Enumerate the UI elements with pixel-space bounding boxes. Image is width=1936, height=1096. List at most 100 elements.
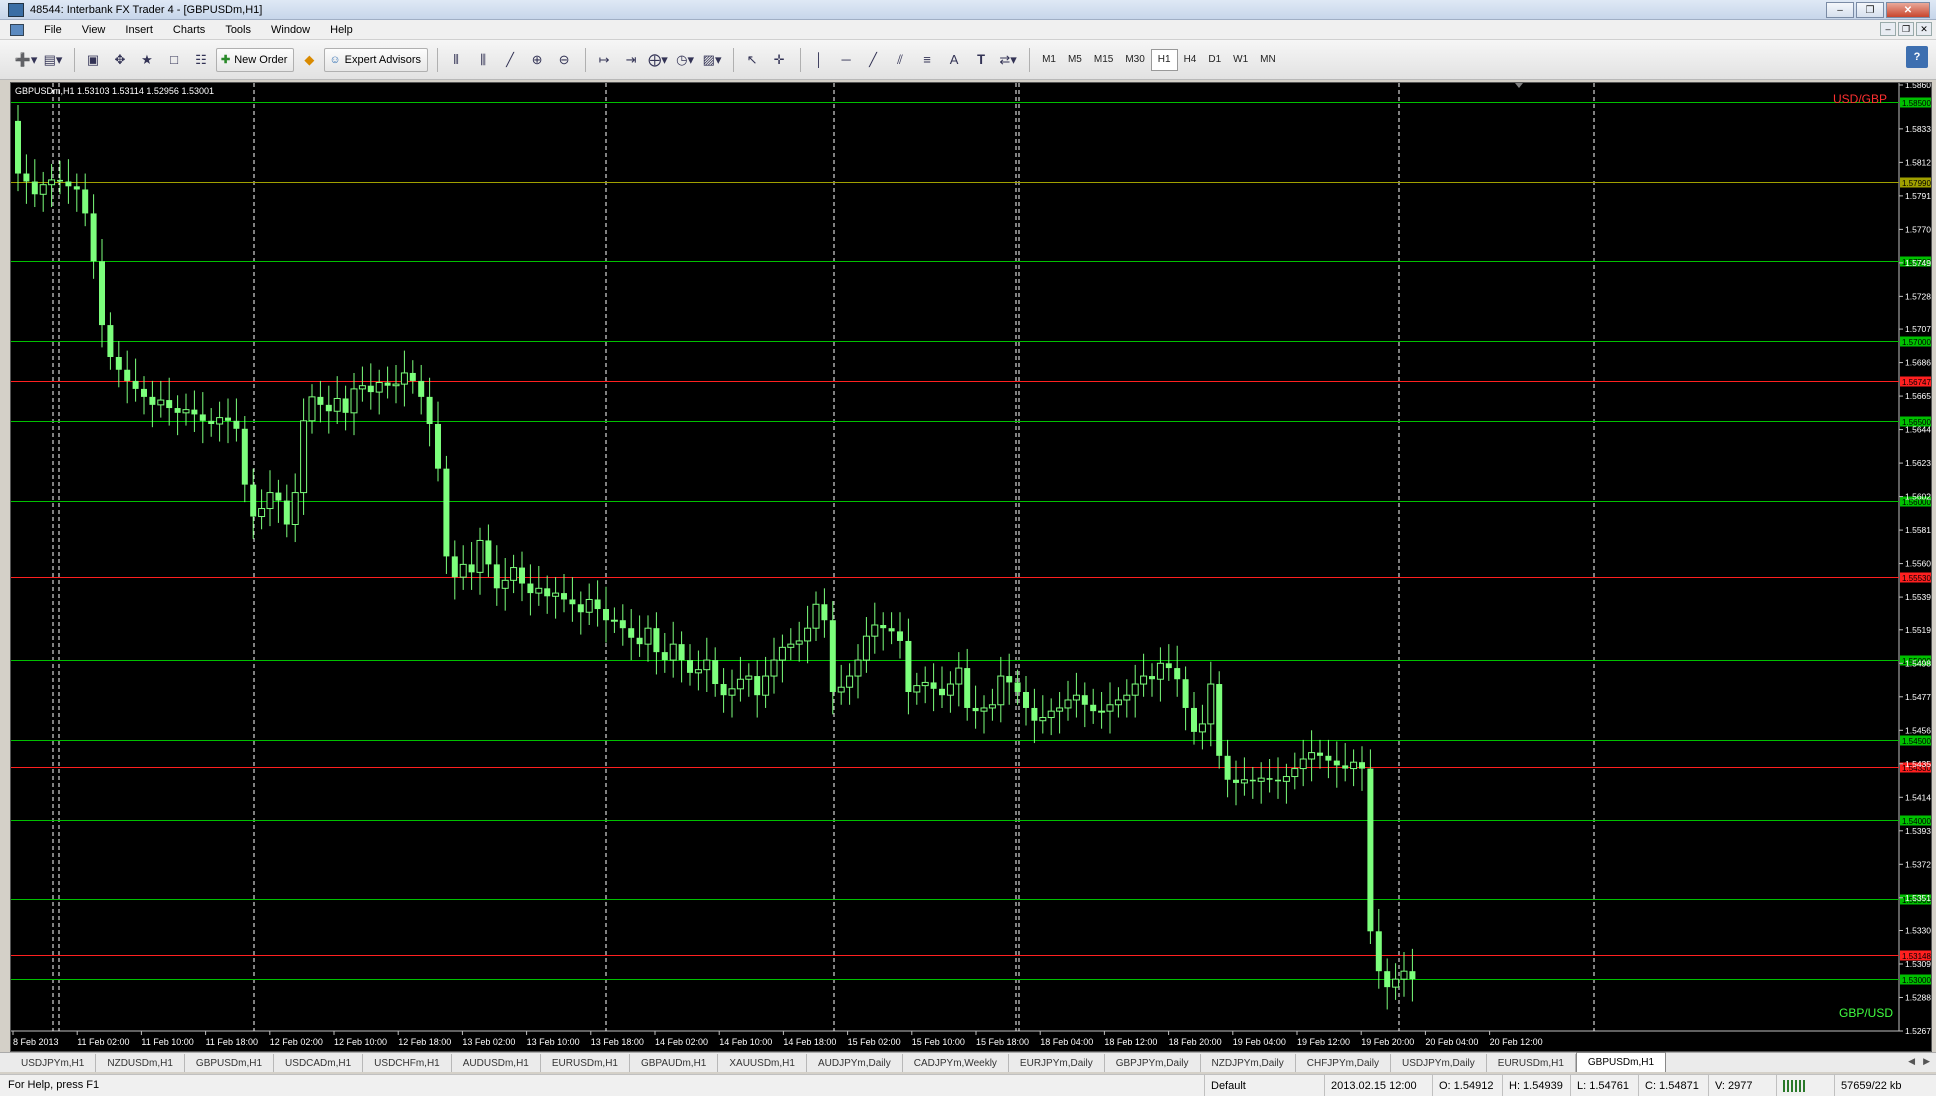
navigator-icon[interactable]: ✥ xyxy=(108,48,132,72)
close-button[interactable]: ✕ xyxy=(1886,2,1930,18)
timeframe-h4[interactable]: H4 xyxy=(1178,49,1203,71)
timeframe-m30[interactable]: M30 xyxy=(1119,49,1150,71)
candlestick-icon[interactable]: ⫼ xyxy=(471,48,495,72)
menu-charts[interactable]: Charts xyxy=(163,24,215,36)
line-chart-icon[interactable]: ╱ xyxy=(498,48,522,72)
candle-body-bull xyxy=(846,675,854,688)
candle-body-bear xyxy=(678,644,685,661)
auto-scroll-icon[interactable]: ↦ xyxy=(592,48,616,72)
chart-restore-button[interactable]: ❐ xyxy=(1898,22,1914,36)
menu-window[interactable]: Window xyxy=(261,24,320,36)
timeframe-w1[interactable]: W1 xyxy=(1227,49,1254,71)
tab-eurusdm-h1[interactable]: EURUSDm,H1 xyxy=(541,1054,630,1072)
equidistant-channel-icon[interactable]: ⫽ xyxy=(888,48,912,72)
minimize-button[interactable]: – xyxy=(1826,2,1854,18)
indicators-icon[interactable]: ⨁▾ xyxy=(646,48,670,72)
timeframe-mn[interactable]: MN xyxy=(1254,49,1282,71)
chart-area[interactable]: 1.58500 1.57990 1.57500 1.57000 1.56747 1.565… xyxy=(10,82,1932,1052)
chart-window-icon[interactable] xyxy=(10,23,24,36)
tab-audusdm-h1[interactable]: AUDUSDm,H1 xyxy=(452,1054,541,1072)
tab-gbpusdm-h1-active[interactable]: GBPUSDm,H1 xyxy=(1575,1052,1667,1072)
new-chart-icon[interactable]: ➕▾ xyxy=(14,48,38,72)
candle-body-bull xyxy=(1131,683,1139,696)
candle-body-bear xyxy=(930,682,937,689)
help-icon[interactable]: ? xyxy=(1906,46,1928,68)
zoom-in-icon[interactable]: ⊕ xyxy=(525,48,549,72)
tab-eurjpym-daily[interactable]: EURJPYm,Daily xyxy=(1009,1054,1105,1072)
chart-close-button[interactable]: ✕ xyxy=(1916,22,1932,36)
vertical-line-icon[interactable]: │ xyxy=(807,48,831,72)
candle-body-bull xyxy=(980,707,988,712)
crosshair-icon[interactable]: ✛ xyxy=(767,48,791,72)
candle-body-bear xyxy=(250,484,257,517)
status-help: For Help, press F1 xyxy=(8,1079,100,1091)
tab-xauusdm-h1[interactable]: XAUUSDm,H1 xyxy=(718,1054,807,1072)
time-tick-label: 11 Feb 18:00 xyxy=(206,1037,258,1047)
candle-body-bull xyxy=(1072,694,1080,701)
menu-tools[interactable]: Tools xyxy=(215,24,261,36)
terminal-icon[interactable]: □ xyxy=(162,48,186,72)
menu-view[interactable]: View xyxy=(72,24,116,36)
tab-chfjpym-daily[interactable]: CHFJPYm,Daily xyxy=(1296,1054,1391,1072)
new-order-button[interactable]: ✚ New Order xyxy=(216,47,295,72)
timeframe-d1[interactable]: D1 xyxy=(1202,49,1227,71)
cursor-icon[interactable]: ↖ xyxy=(740,48,764,72)
timeframe-m1[interactable]: M1 xyxy=(1036,49,1062,71)
candle-body-bull xyxy=(921,681,929,687)
tab-nzdusdm-h1[interactable]: NZDUSDm,H1 xyxy=(96,1054,185,1072)
tab-gbpjpym-daily[interactable]: GBPJPYm,Daily xyxy=(1105,1054,1201,1072)
menu-help[interactable]: Help xyxy=(320,24,363,36)
status-close: C: 1.54871 xyxy=(1638,1075,1708,1096)
candle-body-bull xyxy=(291,492,299,525)
price-tick-label: 1.56025 xyxy=(1905,492,1931,502)
candle-body-bear xyxy=(1031,707,1038,721)
tab-cadjpym-weekly[interactable]: CADJPYm,Weekly xyxy=(903,1054,1009,1072)
timeframe-m15[interactable]: M15 xyxy=(1088,49,1119,71)
expert-advisors-icon: ☺ xyxy=(329,53,341,66)
tab-gbpusdm-h1[interactable]: GBPUSDm,H1 xyxy=(185,1054,275,1072)
tab-usdjpym-h1[interactable]: USDJPYm,H1 xyxy=(10,1054,97,1072)
timeframe-m5[interactable]: M5 xyxy=(1062,49,1088,71)
price-tick-label: 1.57700 xyxy=(1905,224,1931,234)
restore-button[interactable]: ❐ xyxy=(1856,2,1884,18)
menu-insert[interactable]: Insert xyxy=(115,24,163,36)
tab-scroll-left-icon[interactable]: ◀ xyxy=(1908,1056,1915,1067)
expert-advisors-button[interactable]: ☺ Expert Advisors xyxy=(324,47,429,72)
window-title: 48544: Interbank FX Trader 4 - [GBPUSDm,… xyxy=(30,3,263,16)
market-watch-icon[interactable]: ▣ xyxy=(81,48,105,72)
tab-usdcadm-h1[interactable]: USDCADm,H1 xyxy=(274,1054,364,1072)
tab-usdchfm-h1[interactable]: USDCHFm,H1 xyxy=(363,1054,452,1072)
tab-gbpaudm-h1[interactable]: GBPAUDm,H1 xyxy=(630,1054,719,1072)
metaeditor-icon[interactable]: ◆ xyxy=(297,48,321,72)
text-label-icon[interactable]: 𝐓 xyxy=(969,48,993,72)
timeframe-h1[interactable]: H1 xyxy=(1150,48,1178,71)
menu-file[interactable]: File xyxy=(34,24,72,36)
status-open: O: 1.54912 xyxy=(1432,1075,1502,1096)
candle-body-bear xyxy=(821,604,828,621)
tab-usdjpym-daily[interactable]: USDJPYm,Daily xyxy=(1391,1054,1487,1072)
profiles-icon[interactable]: ▤▾ xyxy=(41,48,65,72)
candle-body-bull xyxy=(182,409,190,414)
chart-shift-icon[interactable]: ⇥ xyxy=(619,48,643,72)
zoom-out-icon[interactable]: ⊖ xyxy=(552,48,576,72)
candlestick-chart[interactable]: 1.585001.579901.575001.570001.567471.565… xyxy=(11,83,1931,1051)
tab-scroll-right-icon[interactable]: ▶ xyxy=(1923,1056,1930,1067)
chart-minimize-button[interactable]: – xyxy=(1880,22,1896,36)
candle-body-bull xyxy=(501,579,509,589)
trendline-icon[interactable]: ╱ xyxy=(861,48,885,72)
data-window-icon[interactable]: ★ xyxy=(135,48,159,72)
time-tick-label: 15 Feb 18:00 xyxy=(976,1037,1029,1047)
status-high: H: 1.54939 xyxy=(1502,1075,1570,1096)
tab-nzdjpym-daily[interactable]: NZDJPYm,Daily xyxy=(1201,1054,1296,1072)
horizontal-line-icon[interactable]: ─ xyxy=(834,48,858,72)
strategy-tester-icon[interactable]: ☷ xyxy=(189,48,213,72)
bar-chart-icon[interactable]: ⫴ xyxy=(444,48,468,72)
tab-eurusdm-h1-2[interactable]: EURUSDm,H1 xyxy=(1487,1054,1576,1072)
periods-icon[interactable]: ◷▾ xyxy=(673,48,697,72)
arrows-icon[interactable]: ⇄▾ xyxy=(996,48,1020,72)
candle-body-bull xyxy=(157,399,165,406)
text-icon[interactable]: A xyxy=(942,48,966,72)
templates-icon[interactable]: ▨▾ xyxy=(700,48,724,72)
fibonacci-icon[interactable]: ≡ xyxy=(915,48,939,72)
tab-audjpym-daily[interactable]: AUDJPYm,Daily xyxy=(807,1054,903,1072)
